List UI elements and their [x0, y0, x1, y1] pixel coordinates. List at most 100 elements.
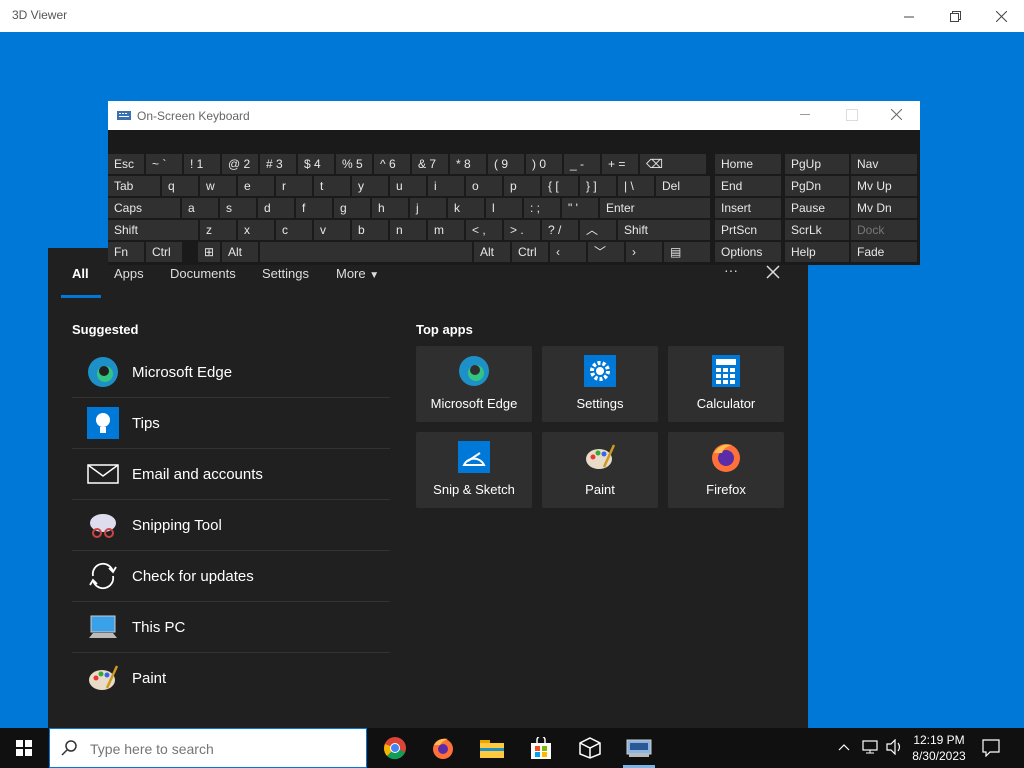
- restore-button[interactable]: [932, 0, 978, 32]
- osk-key-end[interactable]: End: [715, 176, 781, 196]
- osk-key-1[interactable]: ! 1: [184, 154, 220, 174]
- search-input[interactable]: [88, 738, 352, 760]
- osk-key-2[interactable]: @ 2: [222, 154, 258, 174]
- show-hidden-icons-button[interactable]: [838, 740, 850, 754]
- osk-key-fn[interactable]: Fn: [108, 242, 144, 262]
- osk-key-[interactable]: < ,: [466, 220, 502, 240]
- osk-key-i[interactable]: i: [428, 176, 464, 196]
- taskbar-clock[interactable]: 12:19 PM 8/30/2023: [906, 732, 972, 764]
- osk-key-shift[interactable]: Shift: [618, 220, 710, 240]
- osk-key-5[interactable]: % 5: [336, 154, 372, 174]
- osk-key-h[interactable]: h: [372, 198, 408, 218]
- osk-key-dock[interactable]: Dock: [851, 220, 917, 240]
- start-button[interactable]: [8, 732, 40, 764]
- osk-key-help[interactable]: Help: [785, 242, 849, 262]
- osk-key-pgup[interactable]: PgUp: [785, 154, 849, 174]
- osk-maximize-button[interactable]: [846, 109, 858, 121]
- osk-key-scrlk[interactable]: ScrLk: [785, 220, 849, 240]
- osk-key-[interactable]: " ': [562, 198, 598, 218]
- suggested-item-this-pc[interactable]: This PC: [72, 602, 390, 653]
- osk-key-options[interactable]: Options: [715, 242, 781, 262]
- osk-key-l[interactable]: l: [486, 198, 522, 218]
- suggested-item-email-accounts[interactable]: Email and accounts: [72, 449, 390, 500]
- taskbar-chrome[interactable]: [379, 732, 411, 764]
- up-arrow-key[interactable]: ︿: [580, 220, 616, 240]
- suggested-item-check-updates[interactable]: Check for updates: [72, 551, 390, 602]
- osk-key-f[interactable]: f: [296, 198, 332, 218]
- close-panel-button[interactable]: [766, 265, 780, 284]
- windows-key[interactable]: ⊞: [198, 242, 220, 262]
- osk-key-c[interactable]: c: [276, 220, 312, 240]
- osk-key-0[interactable]: ) 0: [526, 154, 562, 174]
- top-app-firefox[interactable]: Firefox: [668, 432, 784, 508]
- osk-key-alt[interactable]: Alt: [222, 242, 258, 262]
- top-app-snip-sketch[interactable]: Snip & Sketch: [416, 432, 532, 508]
- osk-key-t[interactable]: t: [314, 176, 350, 196]
- osk-key-x[interactable]: x: [238, 220, 274, 240]
- top-app-calculator[interactable]: Calculator: [668, 346, 784, 422]
- tab-all[interactable]: All: [72, 266, 89, 281]
- osk-key-d[interactable]: d: [258, 198, 294, 218]
- osk-key-insert[interactable]: Insert: [715, 198, 781, 218]
- taskbar-3d-viewer[interactable]: [574, 732, 606, 764]
- osk-key-[interactable]: { [: [542, 176, 578, 196]
- down-arrow-key[interactable]: ﹀: [588, 242, 624, 262]
- volume-control[interactable]: [886, 738, 904, 760]
- osk-key-b[interactable]: b: [352, 220, 388, 240]
- osk-key-shift[interactable]: Shift: [108, 220, 198, 240]
- osk-key-[interactable]: } ]: [580, 176, 616, 196]
- osk-key-z[interactable]: z: [200, 220, 236, 240]
- osk-key-6[interactable]: ^ 6: [374, 154, 410, 174]
- osk-key-n[interactable]: n: [390, 220, 426, 240]
- space-key[interactable]: [260, 242, 472, 262]
- top-app-edge[interactable]: Microsoft Edge: [416, 346, 532, 422]
- osk-key-8[interactable]: * 8: [450, 154, 486, 174]
- osk-key-prtscn[interactable]: PrtScn: [715, 220, 781, 240]
- top-app-paint[interactable]: Paint: [542, 432, 658, 508]
- notification-center-button[interactable]: [982, 739, 1000, 762]
- osk-key-enter[interactable]: Enter: [600, 198, 710, 218]
- menu-key[interactable]: ▤: [664, 242, 710, 262]
- osk-key-ctrl[interactable]: Ctrl: [146, 242, 182, 262]
- osk-key-alt[interactable]: Alt: [474, 242, 510, 262]
- osk-key-q[interactable]: q: [162, 176, 198, 196]
- osk-key-v[interactable]: v: [314, 220, 350, 240]
- osk-key-r[interactable]: r: [276, 176, 312, 196]
- osk-key-m[interactable]: m: [428, 220, 464, 240]
- osk-key-[interactable]: > .: [504, 220, 540, 240]
- osk-key-k[interactable]: k: [448, 198, 484, 218]
- osk-key-o[interactable]: o: [466, 176, 502, 196]
- taskbar-on-screen-keyboard[interactable]: [623, 732, 655, 764]
- tab-documents[interactable]: Documents: [170, 266, 236, 281]
- right-arrow-key[interactable]: ›: [626, 242, 662, 262]
- left-arrow-key[interactable]: ‹: [550, 242, 586, 262]
- suggested-item-edge[interactable]: Microsoft Edge: [72, 347, 390, 398]
- tab-settings[interactable]: Settings: [262, 266, 309, 281]
- tab-apps[interactable]: Apps: [114, 266, 144, 281]
- suggested-item-tips[interactable]: Tips: [72, 398, 390, 449]
- osk-key-a[interactable]: a: [182, 198, 218, 218]
- osk-key-w[interactable]: w: [200, 176, 236, 196]
- osk-key-tab[interactable]: Tab: [108, 176, 160, 196]
- osk-key-home[interactable]: Home: [715, 154, 781, 174]
- osk-key-[interactable]: _ -: [564, 154, 600, 174]
- osk-minimize-button[interactable]: [800, 114, 810, 115]
- osk-key-y[interactable]: y: [352, 176, 388, 196]
- osk-key-mvdn[interactable]: Mv Dn: [851, 198, 917, 218]
- osk-key-4[interactable]: $ 4: [298, 154, 334, 174]
- network-status[interactable]: [862, 739, 880, 760]
- osk-key-9[interactable]: ( 9: [488, 154, 524, 174]
- osk-key-ctrl[interactable]: Ctrl: [512, 242, 548, 262]
- osk-key-mvup[interactable]: Mv Up: [851, 176, 917, 196]
- osk-key-[interactable]: + =: [602, 154, 638, 174]
- taskbar-firefox[interactable]: [427, 732, 459, 764]
- osk-key-3[interactable]: # 3: [260, 154, 296, 174]
- osk-key-s[interactable]: s: [220, 198, 256, 218]
- osk-key-pause[interactable]: Pause: [785, 198, 849, 218]
- osk-key-caps[interactable]: Caps: [108, 198, 180, 218]
- taskbar-search-box[interactable]: [49, 728, 367, 768]
- osk-key-e[interactable]: e: [238, 176, 274, 196]
- osk-key-[interactable]: ~ `: [146, 154, 182, 174]
- osk-key-del[interactable]: Del: [656, 176, 710, 196]
- osk-key-p[interactable]: p: [504, 176, 540, 196]
